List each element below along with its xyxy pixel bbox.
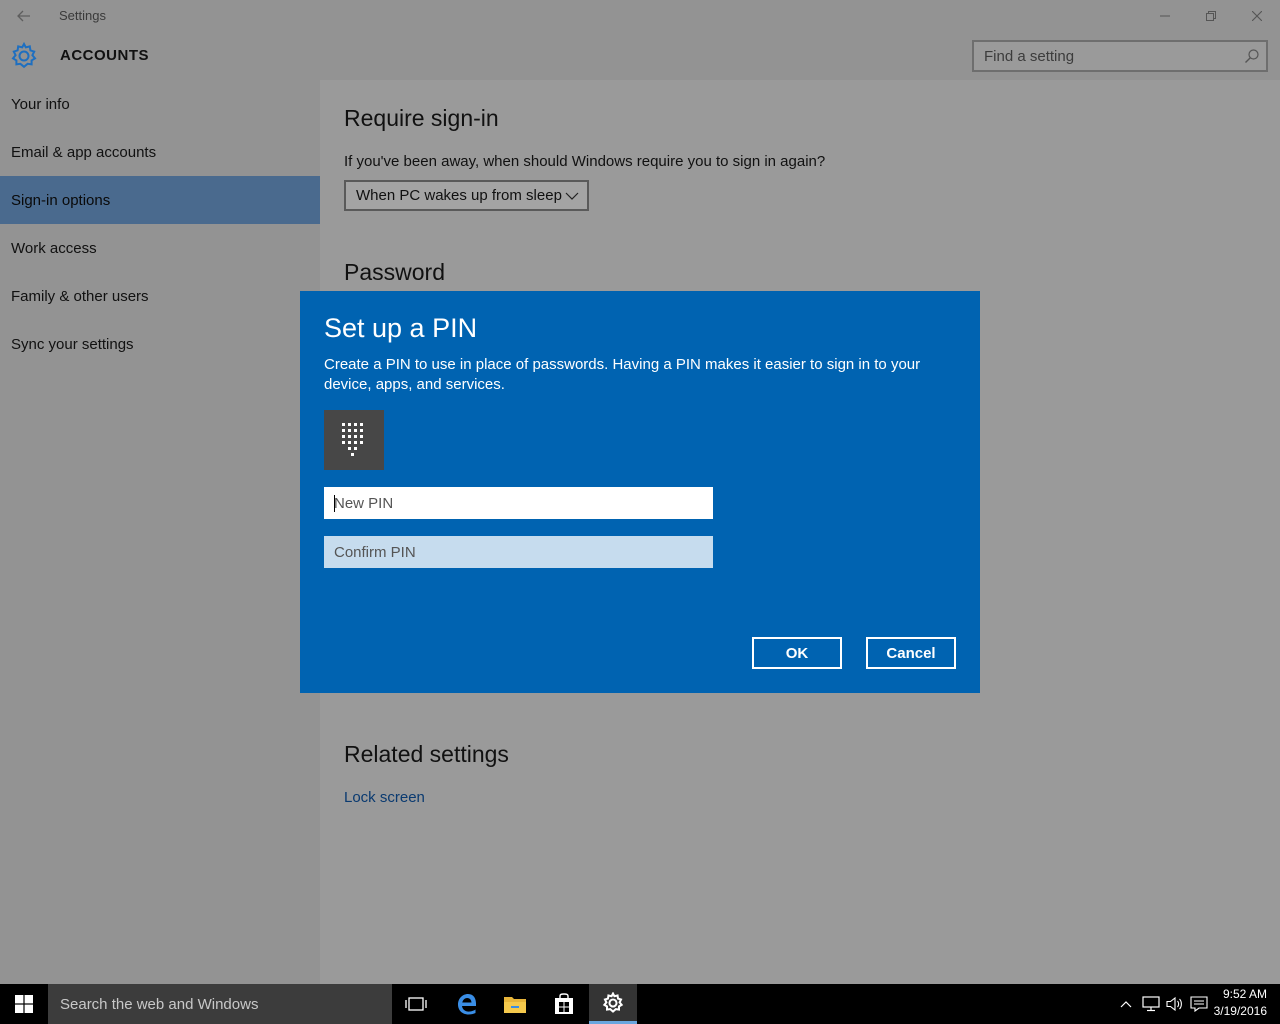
file-explorer-icon [504, 997, 526, 1013]
volume-tray-button[interactable] [1165, 994, 1185, 1014]
set-up-pin-dialog: Set up a PIN Create a PIN to use in plac… [300, 291, 980, 693]
search-box[interactable] [972, 40, 1268, 72]
page-title: ACCOUNTS [60, 47, 149, 64]
search-icon [1245, 49, 1259, 63]
edge-icon [458, 994, 477, 1015]
file-explorer-button[interactable] [491, 984, 539, 1024]
text-cursor [334, 495, 335, 512]
edge-button[interactable] [443, 984, 491, 1024]
sidebar-item-label: Sign-in options [11, 191, 111, 209]
close-button[interactable] [1234, 0, 1280, 32]
search-input[interactable] [974, 42, 1234, 70]
sidebar-item-label: Sync your settings [11, 335, 134, 353]
settings-header: ACCOUNTS [0, 32, 1280, 80]
network-icon [1142, 996, 1160, 1012]
minimize-icon [1160, 15, 1170, 17]
require-signin-question: If you've been away, when should Windows… [344, 153, 826, 170]
taskbar-search-text: Search the web and Windows [60, 995, 259, 1013]
start-button[interactable] [0, 984, 48, 1024]
settings-icon [602, 991, 624, 1013]
password-heading: Password [344, 259, 445, 285]
taskbar-clock[interactable]: 9:52 AM 3/19/2016 [1214, 986, 1267, 1020]
windows-logo-icon [15, 995, 33, 1013]
sidebar-item-work-access[interactable]: Work access [0, 224, 320, 272]
sidebar-item-label: Your info [11, 95, 70, 113]
restore-button[interactable] [1188, 0, 1234, 32]
sidebar-item-your-info[interactable]: Your info [0, 80, 320, 128]
confirm-pin-input[interactable] [324, 536, 713, 568]
sidebar-item-email-app-accounts[interactable]: Email & app accounts [0, 128, 320, 176]
sidebar-item-sign-in-options[interactable]: Sign-in options [0, 176, 320, 224]
related-settings-heading: Related settings [344, 741, 509, 767]
taskbar-search-box[interactable]: Search the web and Windows [48, 984, 392, 1024]
sidebar-item-label: Work access [11, 239, 97, 257]
sidebar: Your info Email & app accounts Sign-in o… [0, 80, 320, 984]
require-signin-heading: Require sign-in [344, 105, 499, 131]
sidebar-item-label: Email & app accounts [11, 143, 157, 161]
keypad-icon [324, 410, 384, 470]
network-tray-button[interactable] [1141, 994, 1161, 1014]
task-view-icon [405, 997, 427, 1011]
lock-screen-link[interactable]: Lock screen [344, 789, 425, 806]
ok-button[interactable]: OK [752, 637, 842, 669]
gear-icon [11, 42, 37, 69]
dropdown-selected-value: When PC wakes up from sleep [356, 187, 562, 204]
close-icon [1252, 11, 1262, 21]
sidebar-item-family-other-users[interactable]: Family & other users [0, 272, 320, 320]
dialog-title: Set up a PIN [324, 313, 478, 343]
require-signin-dropdown[interactable]: When PC wakes up from sleep [344, 180, 589, 211]
new-pin-input[interactable] [324, 487, 713, 519]
clock-time: 9:52 AM [1222, 987, 1267, 1001]
clock-date: 3/19/2016 [1213, 1004, 1267, 1018]
notifications-icon [1190, 996, 1208, 1012]
show-hidden-icons-button[interactable] [1116, 994, 1136, 1014]
sidebar-item-label: Family & other users [11, 287, 149, 305]
restore-icon [1206, 11, 1216, 21]
back-arrow-icon [17, 10, 30, 22]
title-bar: Settings [0, 0, 1280, 32]
sidebar-item-sync-settings[interactable]: Sync your settings [0, 320, 320, 368]
settings-taskbar-button[interactable] [589, 984, 637, 1024]
action-center-button[interactable] [1189, 994, 1209, 1014]
store-icon [555, 993, 573, 1014]
store-button[interactable] [540, 984, 588, 1024]
chevron-down-icon [565, 192, 579, 200]
cancel-button[interactable]: Cancel [866, 637, 956, 669]
task-view-button[interactable] [392, 984, 440, 1024]
taskbar: Search the web and Windows 9:52 AM 3/19/… [0, 984, 1280, 1024]
window-title: Settings [59, 8, 106, 23]
back-button[interactable] [0, 0, 48, 32]
volume-icon [1166, 996, 1182, 1012]
chevron-up-icon [1120, 1001, 1132, 1008]
dialog-description: Create a PIN to use in place of password… [324, 356, 921, 393]
minimize-button[interactable] [1142, 0, 1188, 32]
